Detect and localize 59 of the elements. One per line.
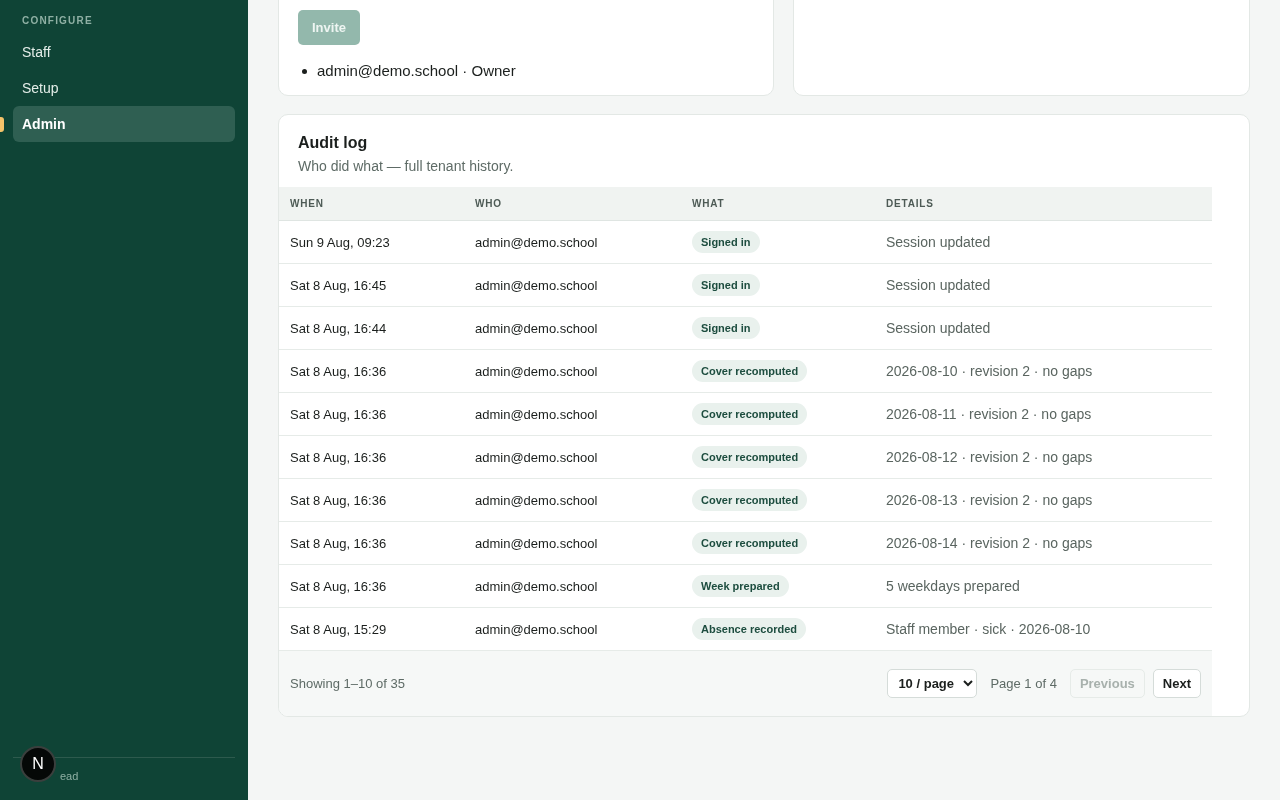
table-cell: admin@demo.school	[464, 607, 681, 651]
column-header: WHO	[464, 187, 681, 221]
section-label: CONFIGURE	[21, 15, 94, 28]
table-cell: admin@demo.school	[464, 392, 681, 436]
table-cell: 2026-08-13 · revision 2 · no gaps	[875, 478, 1212, 522]
member-item: admin@demo.school · Owner	[317, 61, 516, 81]
table-cell: admin@demo.school	[464, 521, 681, 565]
table-cell: Sat 8 Aug, 16:36	[279, 521, 464, 565]
table-cell: Sun 9 Aug, 09:23	[279, 220, 464, 264]
table-cell: admin@demo.school	[464, 306, 681, 350]
card-subtitle: Who did what — full tenant history.	[298, 158, 515, 174]
table-cell: 2026-08-11 · revision 2 · no gaps	[875, 392, 1212, 436]
card-title: Audit log	[298, 133, 369, 153]
event-tag: Cover recomputed	[692, 403, 808, 425]
table-cell: Sat 8 Aug, 16:36	[279, 564, 464, 608]
table-cell: Session updated	[875, 263, 1212, 307]
bullet-icon	[302, 68, 307, 74]
table-cell: 2026-08-12 · revision 2 · no gaps	[875, 435, 1212, 479]
results-summary: Showing 1–10 of 35	[290, 676, 405, 691]
table-cell: Sat 8 Aug, 16:36	[279, 349, 464, 393]
event-tag: Signed in	[692, 317, 760, 339]
table-cell: admin@demo.school	[464, 564, 681, 608]
event-tag: Cover recomputed	[692, 360, 808, 382]
table-cell: 2026-08-10 · revision 2 · no gaps	[875, 349, 1212, 393]
table-cell: Sat 8 Aug, 16:44	[279, 306, 464, 350]
table-cell: Staff member · sick · 2026-08-10	[875, 607, 1212, 651]
table-cell: 5 weekdays prepared	[875, 564, 1212, 608]
table-cell: 2026-08-14 · revision 2 · no gaps	[875, 521, 1212, 565]
active-marker	[0, 117, 4, 132]
table-cell: Sat 8 Aug, 16:36	[279, 478, 464, 522]
table-cell: Sat 8 Aug, 15:29	[279, 607, 464, 651]
table-cell: Sat 8 Aug, 16:45	[279, 263, 464, 307]
table-cell: admin@demo.school	[464, 349, 681, 393]
table-cell: admin@demo.school	[464, 220, 681, 264]
nav-item[interactable]: Staff	[13, 34, 235, 70]
event-tag: Signed in	[692, 231, 760, 253]
table-cell: Session updated	[875, 220, 1212, 264]
avatar[interactable]: N	[20, 746, 56, 782]
page-size-select[interactable]: 10 / page	[887, 669, 978, 698]
page-indicator: Page 1 of 4	[990, 676, 1057, 691]
footer-text: ead	[60, 770, 79, 782]
event-tag: Cover recomputed	[692, 446, 808, 468]
table-cell: admin@demo.school	[464, 478, 681, 522]
column-header: WHEN	[279, 187, 464, 221]
event-tag: Cover recomputed	[692, 489, 808, 511]
column-header: DETAILS	[875, 187, 1212, 221]
next-button[interactable]: Next	[1152, 669, 1201, 698]
nav-item[interactable]: Setup	[13, 70, 235, 106]
table-cell: Sat 8 Aug, 16:36	[279, 435, 464, 479]
event-tag: Cover recomputed	[692, 532, 808, 554]
table-cell: Sat 8 Aug, 16:36	[279, 392, 464, 436]
table-cell: Session updated	[875, 306, 1212, 350]
event-tag: Signed in	[692, 274, 760, 296]
event-tag: Absence recorded	[692, 618, 806, 640]
table-cell: admin@demo.school	[464, 263, 681, 307]
table-cell: admin@demo.school	[464, 435, 681, 479]
column-header: WHAT	[681, 187, 875, 221]
event-tag: Week prepared	[692, 575, 789, 597]
nav-item[interactable]: Admin	[13, 106, 235, 142]
